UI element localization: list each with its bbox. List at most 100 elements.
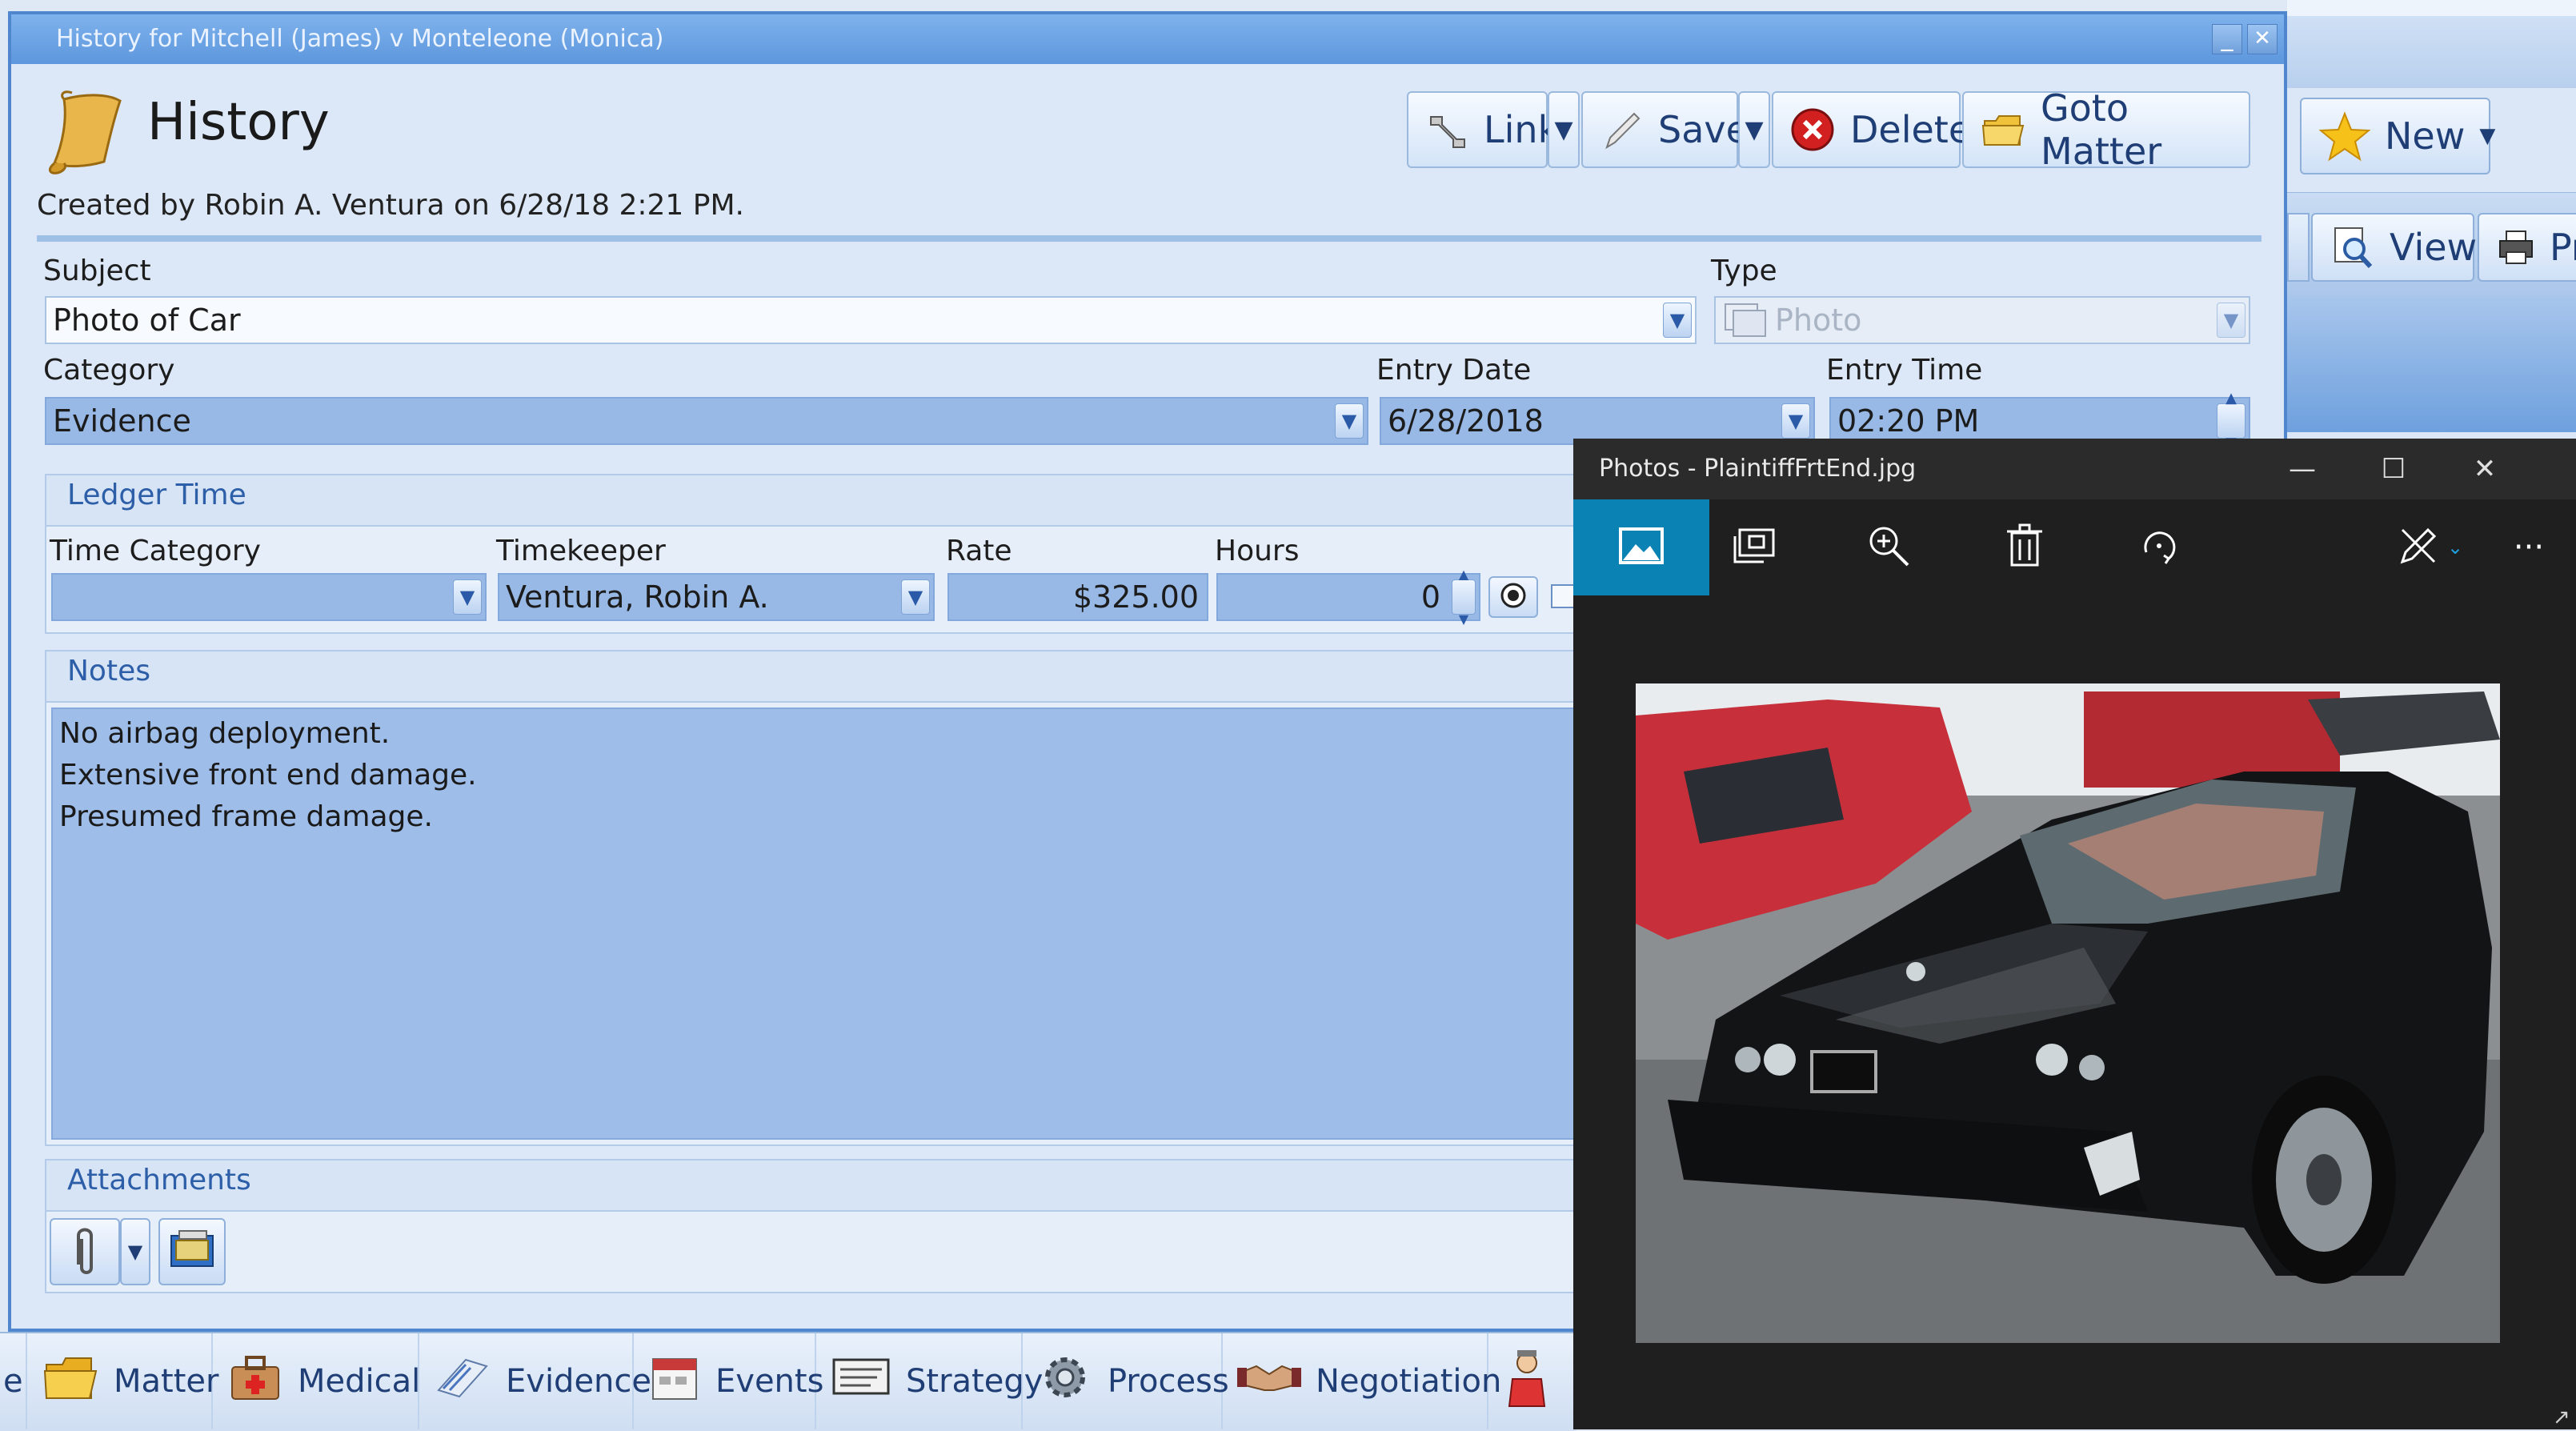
time-category-label: Time Category [50,535,261,567]
save-button[interactable]: Save [1581,91,1749,168]
subject-value: Photo of Car [53,303,241,338]
delete-icon [1789,106,1836,153]
expand-icon[interactable]: ↗ [2553,1405,2570,1429]
timekeeper-label: Timekeeper [496,535,666,567]
chevron-down-icon[interactable]: ▼ [901,579,930,615]
rotate-button[interactable] [2111,499,2207,595]
print-button[interactable]: Pri [2478,213,2576,282]
entry-time-field[interactable]: 02:20 PM ▲▼ [1829,390,2250,451]
gear-icon [1037,1349,1093,1413]
chevron-down-icon[interactable]: ▼ [453,579,482,615]
attach-dropdown[interactable]: ▼ [120,1218,150,1285]
nav-item-negotiation[interactable]: Negotiation [1223,1333,1501,1429]
slideshow-button[interactable] [1706,499,1802,595]
new-button-label: New [2385,114,2466,158]
minimize-icon: — [2289,453,2316,485]
printer-icon [2497,228,2535,267]
link-button[interactable]: Link [1407,91,1559,168]
nav-item-events[interactable]: Events [634,1333,823,1429]
category-field[interactable]: Evidence ▼ [45,397,1368,445]
rate-value: $325.00 [1072,579,1199,615]
timer-button[interactable] [1488,576,1538,618]
type-value: Photo [1775,303,1862,338]
hours-field[interactable]: 0 ▲ ▼ [1216,567,1480,627]
photos-close-button[interactable]: ✕ [2439,439,2530,499]
scan-button[interactable] [158,1218,226,1285]
edit-pen-icon [2396,523,2441,571]
hours-value: 0 [1420,579,1440,615]
delete-button[interactable]: Delete [1772,91,1971,168]
zoom-button[interactable] [1841,499,1937,595]
window-title: History for Mitchell (James) v Monteleon… [56,25,664,53]
view-button-label: View [2390,226,2478,269]
print-button-label: Pri [2550,226,2576,269]
type-field: Photo ▼ [1714,296,2250,344]
slideshow-icon [1732,525,1777,570]
nav-item-evidence[interactable]: Evidence [419,1333,651,1429]
zoom-in-icon [1866,523,1911,571]
minimize-button[interactable]: _ [2212,24,2242,54]
nav-label: Medical [298,1363,421,1400]
nav-label: Process [1108,1363,1229,1400]
nav-item-partial[interactable]: e [0,1333,27,1429]
entry-time-value: 02:20 PM [1837,403,1980,439]
timekeeper-value: Ventura, Robin A. [506,579,769,615]
person-icon [1503,1347,1551,1416]
close-button[interactable]: ✕ [2247,24,2278,54]
time-category-field[interactable]: ▼ [51,573,487,621]
nav-item-strategy[interactable]: Strategy [816,1333,1043,1429]
nav-item-person[interactable] [1488,1333,1573,1429]
chevron-down-icon[interactable]: ▼ [1335,403,1364,439]
link-dropdown[interactable]: ▼ [1548,91,1580,168]
entry-time-label: Entry Time [1826,354,1983,387]
edit-create-button[interactable]: ⌄ [2374,499,2486,595]
bg-ribbon [2287,16,2576,88]
photos-window: Photos - PlaintiffFrtEnd.jpg — ☐ ✕ ⌄ ··· [1573,439,2576,1429]
bg-band [2287,0,2576,16]
nav-label: Negotiation [1316,1363,1502,1400]
more-icon: ··· [2513,529,2545,566]
entry-date-field[interactable]: 6/28/2018 ▼ [1380,397,1815,445]
nav-label: Matter [114,1363,219,1400]
timekeeper-field[interactable]: Ventura, Robin A. ▼ [498,573,935,621]
window-titlebar: History for Mitchell (James) v Monteleon… [11,14,2284,64]
new-button[interactable]: New ▼ [2300,98,2495,174]
goto-matter-button[interactable]: Goto Matter [1962,86,2250,173]
hours-label: Hours [1215,535,1300,567]
folder-icon [1980,106,2026,153]
nav-item-process[interactable]: Process [1023,1333,1229,1429]
nav-item-medical[interactable]: Medical [213,1333,421,1429]
header-divider [37,235,2262,242]
category-label: Category [43,354,175,387]
subject-field[interactable]: Photo of Car ▼ [45,296,1697,344]
photos-minimize-button[interactable]: — [2257,439,2348,499]
close-icon: ✕ [2253,26,2271,50]
note-line: No airbag deployment. [59,717,391,750]
nav-item-matter[interactable]: Matter [27,1333,218,1429]
ledger-time-header: Ledger Time [67,479,246,511]
photos-maximize-button[interactable]: ☐ [2348,439,2439,499]
save-dropdown[interactable]: ▼ [1738,91,1770,168]
chevron-down-icon[interactable]: ▼ [1781,403,1810,439]
record-icon [1500,582,1527,612]
rate-label: Rate [946,535,1012,567]
entry-date-value: 6/28/2018 [1388,403,1544,439]
image-icon [1618,527,1665,568]
attach-button[interactable] [50,1218,120,1285]
spin-icon[interactable]: ▲▼ [2217,390,2245,451]
spin-icon[interactable]: ▲▼ [1452,567,1476,627]
folder-icon [42,1349,99,1414]
delete-photo-button[interactable] [1977,499,2073,595]
bg-button-partial[interactable] [2287,213,2310,282]
goto-matter-label: Goto Matter [2041,86,2162,173]
link-icon [1424,107,1469,152]
billable-checkbox[interactable] [1551,584,1575,608]
minimize-icon: _ [2221,24,2233,52]
chevron-down-icon[interactable]: ▼ [1663,303,1692,338]
rate-field[interactable]: $325.00 [947,573,1208,621]
view-button[interactable]: View [2311,213,2478,282]
more-button[interactable]: ··· [2481,499,2576,595]
magnifier-icon [2330,225,2375,270]
see-all-photos-button[interactable] [1573,499,1709,595]
handshake-icon [1237,1355,1301,1408]
